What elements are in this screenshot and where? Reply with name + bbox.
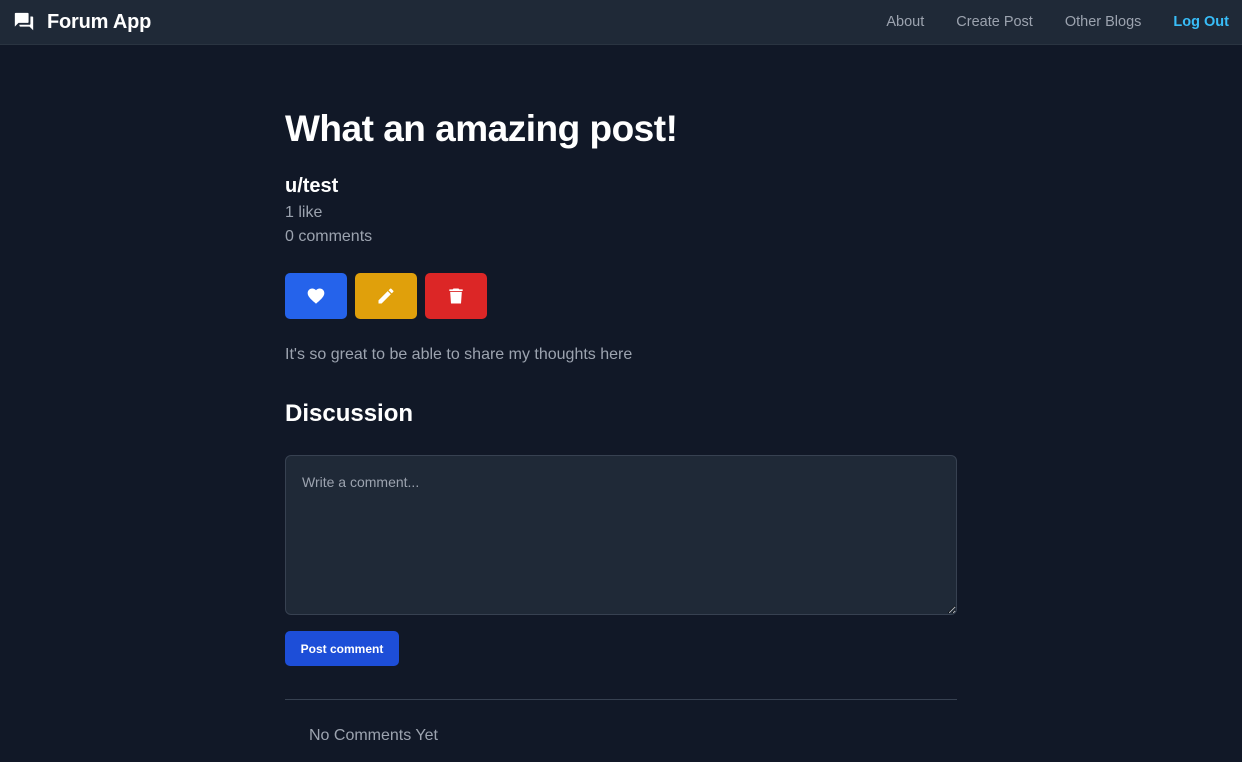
like-button[interactable] [285, 273, 347, 319]
post-actions [285, 273, 487, 319]
nav-link-about[interactable]: About [886, 14, 924, 30]
discussion-heading: Discussion [285, 400, 414, 427]
nav-link-other-blogs[interactable]: Other Blogs [1065, 14, 1142, 30]
nav-link-create-post[interactable]: Create Post [956, 14, 1033, 30]
top-navbar: Forum App About Create Post Other Blogs … [0, 0, 1242, 45]
edit-button[interactable] [355, 273, 417, 319]
brand-title: Forum App [47, 10, 152, 33]
pencil-icon [378, 288, 394, 304]
comments-divider [285, 699, 957, 700]
like-count: 1 like [285, 204, 323, 221]
post-comment-button[interactable]: Post comment [285, 631, 399, 666]
post-body: It's so great to be able to share my tho… [285, 346, 633, 363]
trash-icon [449, 288, 463, 304]
nav-links: About Create Post Other Blogs Log Out [854, 14, 1229, 30]
delete-button[interactable] [425, 273, 487, 319]
chat-bubbles-icon [13, 11, 35, 33]
comment-count: 0 comments [285, 228, 373, 245]
post-author[interactable]: u/test [285, 175, 338, 198]
brand[interactable]: Forum App [13, 11, 151, 34]
nav-link-log-out[interactable]: Log Out [1173, 14, 1229, 30]
no-comments-message: No Comments Yet [309, 727, 438, 744]
post-title: What an amazing post! [285, 108, 678, 149]
comment-input[interactable] [285, 455, 957, 615]
heart-icon [307, 288, 325, 304]
